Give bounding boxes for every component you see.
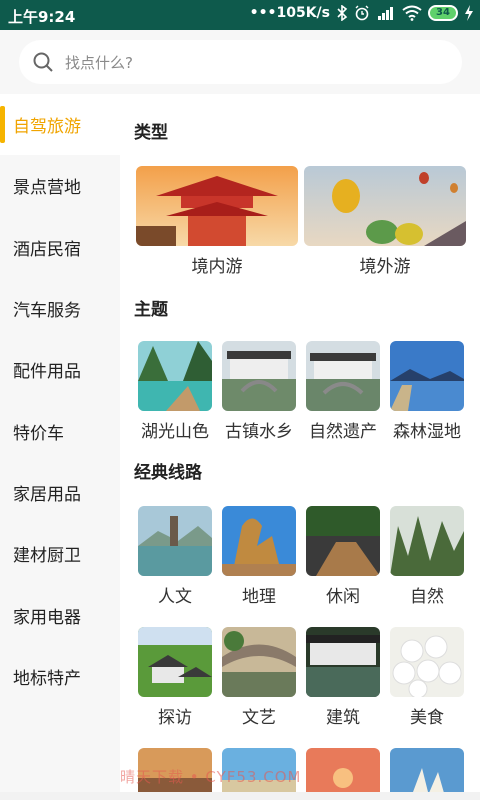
tile-label: 古镇水乡 <box>225 422 293 442</box>
tile-arts[interactable]: 文艺 <box>222 627 296 728</box>
tile-label: 文艺 <box>242 708 276 728</box>
village-houses-photo <box>138 627 212 697</box>
tile-food[interactable]: 美食 <box>390 627 464 728</box>
tile-culture[interactable]: 人文 <box>138 506 212 607</box>
tile-label: 建筑 <box>326 708 360 728</box>
misty-mountains-photo <box>390 506 464 576</box>
sidebar-item-label: 配件用品 <box>13 362 81 383</box>
wooden-pier-photo <box>306 506 380 576</box>
signal-hd-icon <box>378 7 393 20</box>
sidebar-item-label: 景点营地 <box>13 178 81 199</box>
tile-explore[interactable]: 探访 <box>138 627 212 728</box>
sidebar-item-label: 酒店民宿 <box>13 239 81 260</box>
sidebar-item-car-service[interactable]: 汽车服务 <box>0 278 120 339</box>
search-area: 找点什么? <box>0 30 480 94</box>
water-town-bridge-photo <box>306 341 380 411</box>
tile-label: 人文 <box>158 587 192 607</box>
hot-air-balloons-photo <box>304 166 466 246</box>
sidebar-item-accessories[interactable]: 配件用品 <box>0 339 120 400</box>
bottom-nav-edge <box>0 792 480 800</box>
tile-overseas-travel[interactable]: 境外游 <box>304 166 466 277</box>
tile-label: 森林湿地 <box>393 422 461 442</box>
tile-natural-heritage[interactable]: 自然遗产 <box>306 341 380 442</box>
section-title-classic-routes: 经典线路 <box>134 463 202 483</box>
tile-geography[interactable]: 地理 <box>222 506 296 607</box>
sidebar-item-label: 建材厨卫 <box>13 546 81 567</box>
network-speed: •••105K/s <box>249 5 330 21</box>
tile-label: 境外游 <box>359 257 411 277</box>
status-time: 上午9:24 <box>8 8 76 26</box>
tile-label: 湖光山色 <box>141 422 209 442</box>
sidebar-item-label: 自驾旅游 <box>13 117 81 138</box>
status-bar: 上午9:24 •••105K/s 34 <box>0 0 480 30</box>
charging-icon <box>465 5 473 21</box>
tile-label: 自然遗产 <box>309 422 377 442</box>
sidebar-item-hotels[interactable]: 酒店民宿 <box>0 217 120 278</box>
battery-level: 34 <box>428 5 458 21</box>
sidebar-item-building-materials[interactable]: 建材厨卫 <box>0 523 120 584</box>
sidebar-item-self-drive[interactable]: 自驾旅游 <box>0 94 120 156</box>
tile-architecture[interactable]: 建筑 <box>306 627 380 728</box>
bluetooth-icon <box>337 5 348 21</box>
search-input[interactable]: 找点什么? <box>19 40 462 84</box>
category-sidebar: 自驾旅游 景点营地 酒店民宿 汽车服务 配件用品 特价车 家居用品 建材厨卫 家… <box>0 94 120 800</box>
tile-label: 探访 <box>158 708 192 728</box>
steamed-buns-photo <box>390 627 464 697</box>
search-placeholder: 找点什么? <box>65 53 133 72</box>
lake-boat-photo <box>138 341 212 411</box>
tile-label: 自然 <box>410 587 444 607</box>
section-title-type: 类型 <box>134 123 168 143</box>
tile-label: 境内游 <box>191 257 243 277</box>
tile-nature[interactable]: 自然 <box>390 506 464 607</box>
sidebar-item-label: 特价车 <box>13 423 64 444</box>
rock-formation-photo <box>222 506 296 576</box>
sidebar-item-label: 家用电器 <box>13 607 81 628</box>
tile-leisure[interactable]: 休闲 <box>306 506 380 607</box>
water-town-photo <box>222 341 296 411</box>
sidebar-item-local-specialties[interactable]: 地标特产 <box>0 646 120 707</box>
tile-domestic-travel[interactable]: 境内游 <box>136 166 298 277</box>
tile-label: 地理 <box>242 587 276 607</box>
tile-ancient-town[interactable]: 古镇水乡 <box>222 341 296 442</box>
sidebar-item-label: 汽车服务 <box>13 301 81 322</box>
battery-icon: 34 <box>428 5 458 21</box>
sidebar-item-home-goods[interactable]: 家居用品 <box>0 462 120 523</box>
status-icons: •••105K/s 34 <box>250 5 474 21</box>
section-title-theme: 主题 <box>134 300 168 320</box>
sidebar-item-attractions[interactable]: 景点营地 <box>0 155 120 216</box>
main-content: 类型 境内游 境外游 主题 湖光山色 古镇水乡 自然遗产 森林湿地 经典线路 人… <box>120 94 480 800</box>
pagoda-photo <box>136 166 298 246</box>
wifi-icon <box>402 5 422 21</box>
alarm-icon <box>355 5 369 21</box>
tile-label: 美食 <box>410 708 444 728</box>
sidebar-item-label: 家居用品 <box>13 484 81 505</box>
tile-lake-mountain[interactable]: 湖光山色 <box>138 341 212 442</box>
canal-town-photo <box>306 627 380 697</box>
sidebar-item-label: 地标特产 <box>13 668 81 689</box>
search-icon <box>33 52 53 72</box>
watermark: 晴天下载 • CYF53.COM <box>120 768 302 786</box>
stone-bridge-photo <box>222 627 296 697</box>
sidebar-item-special-cars[interactable]: 特价车 <box>0 400 120 461</box>
boardwalk-lake-photo <box>390 341 464 411</box>
pagoda-lake-photo <box>138 506 212 576</box>
tile-label: 休闲 <box>326 587 360 607</box>
tile-forest-wetland[interactable]: 森林湿地 <box>390 341 464 442</box>
sidebar-item-appliances[interactable]: 家用电器 <box>0 584 120 645</box>
